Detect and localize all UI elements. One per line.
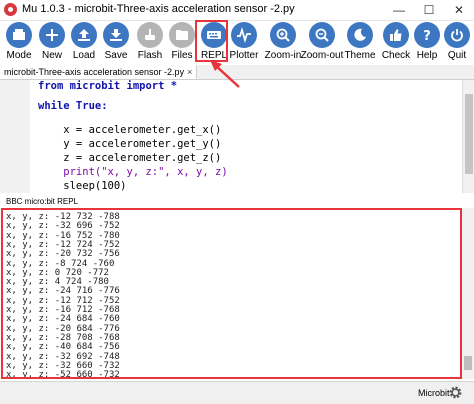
flash-icon: [137, 22, 163, 48]
status-mode: Microbit: [418, 388, 450, 398]
code-line: sleep(100): [38, 180, 127, 192]
window-title: Mu 1.0.3 - microbit-Three-axis accelerat…: [22, 3, 295, 15]
mu-logo-icon: [4, 3, 17, 16]
upload-icon: [71, 22, 97, 48]
pointer-arrow-icon: [210, 60, 240, 88]
maximize-button[interactable]: ☐: [414, 0, 444, 20]
title-bar: Mu 1.0.3 - microbit-Three-axis accelerat…: [0, 0, 474, 21]
line-gutter: [0, 80, 30, 193]
zoom-out-button[interactable]: Zoom-out: [301, 21, 343, 64]
svg-text:?: ?: [423, 29, 431, 43]
files-icon: [169, 22, 195, 48]
repl-pane-title: BBC micro:bit REPL: [6, 197, 79, 206]
mode-icon: [6, 22, 32, 48]
repl-output-line: x, y, z: -52 660 -732: [6, 370, 120, 379]
repl-scrollbar[interactable]: [462, 208, 474, 379]
tab-close-icon[interactable]: ×: [187, 67, 192, 77]
download-icon: [103, 22, 129, 48]
zoom-in-button[interactable]: Zoom-in: [264, 21, 301, 64]
gear-icon[interactable]: [448, 385, 463, 400]
theme-icon: [347, 22, 373, 48]
zoom-out-icon: [309, 22, 335, 48]
minimize-button[interactable]: —: [384, 0, 414, 20]
repl-output[interactable]: x, y, z: -12 732 -788 x, y, z: -32 696 -7…: [1, 208, 462, 379]
code-line: from microbit import *: [38, 80, 177, 96]
editor-scrollbar[interactable]: [462, 80, 474, 193]
status-bar: Microbit: [0, 381, 474, 404]
tab-file-label: microbit-Three-axis acceleration sensor …: [4, 67, 185, 77]
quit-button[interactable]: Quit: [438, 21, 474, 64]
tab-file[interactable]: microbit-Three-axis acceleration sensor …: [0, 65, 198, 79]
theme-button[interactable]: Theme: [341, 21, 377, 64]
repl-scroll-thumb[interactable]: [464, 356, 472, 370]
code-editor[interactable]: from microbit import * while True: x = a…: [0, 80, 462, 193]
close-window-button[interactable]: ✕: [444, 0, 474, 20]
code-token: while True:: [38, 100, 108, 112]
code-token: from microbit import *: [38, 80, 178, 92]
help-icon: ?: [414, 22, 440, 48]
plotter-icon: [231, 22, 257, 48]
zoom-in-icon: [270, 22, 296, 48]
power-icon: [444, 22, 470, 48]
thumbs-up-icon: [383, 22, 409, 48]
quit-label: Quit: [447, 50, 467, 61]
code-line: while True:: [38, 100, 108, 116]
plus-icon: [39, 22, 65, 48]
editor-scroll-thumb[interactable]: [465, 94, 473, 174]
